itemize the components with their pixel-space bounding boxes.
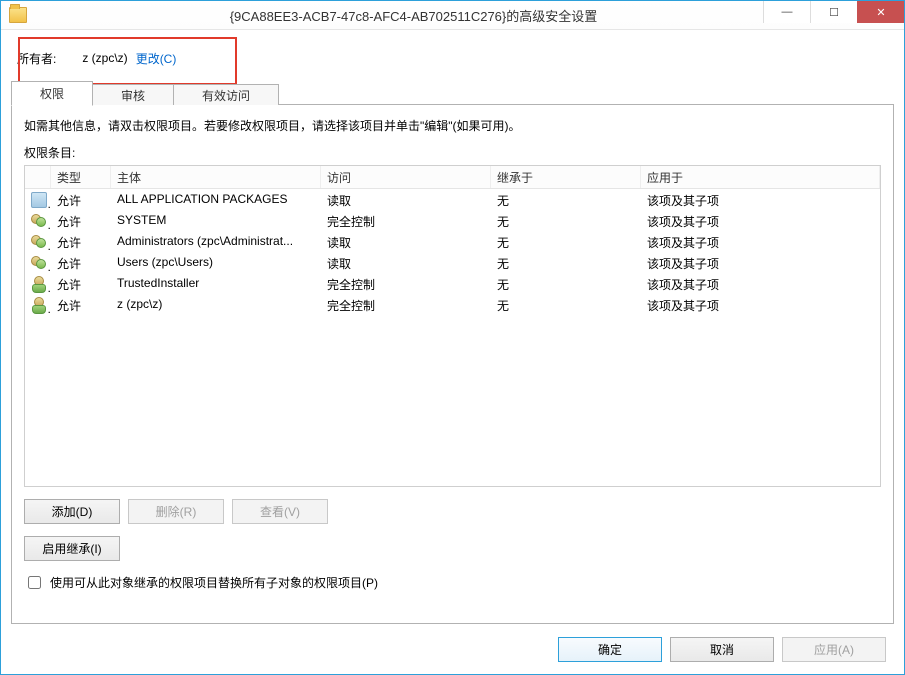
tab-auditing[interactable]: 审核 bbox=[92, 84, 174, 105]
principal-icon bbox=[31, 276, 47, 292]
cell-inherited: 无 bbox=[491, 231, 641, 252]
inherit-button-row: 启用继承(I) bbox=[24, 536, 881, 561]
cell-inherited: 无 bbox=[491, 210, 641, 231]
owner-value: z (zpc\z) bbox=[82, 51, 127, 65]
maximize-button[interactable]: ☐ bbox=[810, 1, 857, 23]
header-type[interactable]: 类型 bbox=[51, 166, 111, 188]
cell-type: 允许 bbox=[51, 294, 111, 315]
titlebar[interactable]: {9CA88EE3-ACB7-47c8-AFC4-AB702511C276}的高… bbox=[1, 1, 904, 30]
cell-access: 读取 bbox=[321, 231, 491, 252]
close-button[interactable]: ✕ bbox=[857, 1, 904, 23]
cell-access: 完全控制 bbox=[321, 273, 491, 294]
cell-type: 允许 bbox=[51, 189, 111, 210]
cell-principal: TrustedInstaller bbox=[111, 273, 321, 294]
cell-access: 完全控制 bbox=[321, 294, 491, 315]
header-applies[interactable]: 应用于 bbox=[641, 166, 880, 188]
tab-permissions[interactable]: 权限 bbox=[11, 81, 93, 106]
remove-button: 删除(R) bbox=[128, 499, 224, 524]
listview-header[interactable]: 类型 主体 访问 继承于 应用于 bbox=[25, 166, 880, 189]
cell-principal: z (zpc\z) bbox=[111, 294, 321, 315]
replace-children-checkbox[interactable] bbox=[28, 576, 41, 589]
replace-children-label: 使用可从此对象继承的权限项目替换所有子对象的权限项目(P) bbox=[50, 574, 378, 591]
table-row[interactable]: 允许TrustedInstaller完全控制无该项及其子项 bbox=[25, 273, 880, 294]
cell-principal: Users (zpc\Users) bbox=[111, 252, 321, 273]
cell-access: 完全控制 bbox=[321, 210, 491, 231]
tab-effective[interactable]: 有效访问 bbox=[173, 84, 279, 105]
cell-applies: 该项及其子项 bbox=[641, 294, 880, 315]
owner-row: 所有者: z (zpc\z) 更改(C) bbox=[11, 37, 894, 75]
apply-button: 应用(A) bbox=[782, 637, 886, 662]
entries-label: 权限条目: bbox=[24, 144, 881, 161]
cell-applies: 该项及其子项 bbox=[641, 189, 880, 210]
cell-applies: 该项及其子项 bbox=[641, 252, 880, 273]
table-row[interactable]: 允许SYSTEM完全控制无该项及其子项 bbox=[25, 210, 880, 231]
cell-inherited: 无 bbox=[491, 273, 641, 294]
owner-label: 所有者: bbox=[17, 50, 56, 67]
info-text: 如需其他信息，请双击权限项目。若要修改权限项目，请选择该项目并单击"编辑"(如果… bbox=[24, 117, 881, 134]
cell-inherited: 无 bbox=[491, 252, 641, 273]
cancel-button[interactable]: 取消 bbox=[670, 637, 774, 662]
cell-access: 读取 bbox=[321, 252, 491, 273]
row-action-buttons: 添加(D) 删除(R) 查看(V) bbox=[24, 499, 881, 524]
header-inherited[interactable]: 继承于 bbox=[491, 166, 641, 188]
folder-icon bbox=[9, 7, 27, 23]
principal-icon bbox=[31, 213, 47, 229]
minimize-button[interactable]: — bbox=[763, 1, 810, 23]
cell-principal: Administrators (zpc\Administrat... bbox=[111, 231, 321, 252]
ok-button[interactable]: 确定 bbox=[558, 637, 662, 662]
cell-inherited: 无 bbox=[491, 189, 641, 210]
cell-applies: 该项及其子项 bbox=[641, 231, 880, 252]
listview-rows: 允许ALL APPLICATION PACKAGES读取无该项及其子项允许SYS… bbox=[25, 189, 880, 315]
principal-icon bbox=[31, 234, 47, 250]
principal-icon bbox=[31, 255, 47, 271]
header-access[interactable]: 访问 bbox=[321, 166, 491, 188]
cell-principal: SYSTEM bbox=[111, 210, 321, 231]
cell-inherited: 无 bbox=[491, 294, 641, 315]
view-button: 查看(V) bbox=[232, 499, 328, 524]
permissions-listview[interactable]: 类型 主体 访问 继承于 应用于 允许ALL APPLICATION PACKA… bbox=[24, 165, 881, 487]
table-row[interactable]: 允许ALL APPLICATION PACKAGES读取无该项及其子项 bbox=[25, 189, 880, 210]
table-row[interactable]: 允许Administrators (zpc\Administrat...读取无该… bbox=[25, 231, 880, 252]
cell-type: 允许 bbox=[51, 252, 111, 273]
principal-icon bbox=[31, 192, 47, 208]
cell-access: 读取 bbox=[321, 189, 491, 210]
cell-applies: 该项及其子项 bbox=[641, 210, 880, 231]
cell-type: 允许 bbox=[51, 210, 111, 231]
principal-icon bbox=[31, 297, 47, 313]
replace-children-row[interactable]: 使用可从此对象继承的权限项目替换所有子对象的权限项目(P) bbox=[24, 573, 881, 592]
cell-type: 允许 bbox=[51, 231, 111, 252]
add-button[interactable]: 添加(D) bbox=[24, 499, 120, 524]
tab-strip: 权限 审核 有效访问 bbox=[11, 81, 894, 105]
table-row[interactable]: 允许Users (zpc\Users)读取无该项及其子项 bbox=[25, 252, 880, 273]
cell-type: 允许 bbox=[51, 273, 111, 294]
cell-applies: 该项及其子项 bbox=[641, 273, 880, 294]
enable-inheritance-button[interactable]: 启用继承(I) bbox=[24, 536, 120, 561]
header-principal[interactable]: 主体 bbox=[111, 166, 321, 188]
tab-content-permissions: 如需其他信息，请双击权限项目。若要修改权限项目，请选择该项目并单击"编辑"(如果… bbox=[11, 105, 894, 624]
change-owner-link[interactable]: 更改(C) bbox=[136, 50, 177, 67]
advanced-security-window: {9CA88EE3-ACB7-47c8-AFC4-AB702511C276}的高… bbox=[0, 0, 905, 675]
window-controls: — ☐ ✕ bbox=[763, 1, 904, 25]
dialog-body: 所有者: z (zpc\z) 更改(C) 权限 审核 有效访问 如需其他信息，请… bbox=[11, 37, 894, 624]
table-row[interactable]: 允许z (zpc\z)完全控制无该项及其子项 bbox=[25, 294, 880, 315]
dialog-footer: 确定 取消 应用(A) bbox=[1, 624, 904, 674]
cell-principal: ALL APPLICATION PACKAGES bbox=[111, 189, 321, 210]
